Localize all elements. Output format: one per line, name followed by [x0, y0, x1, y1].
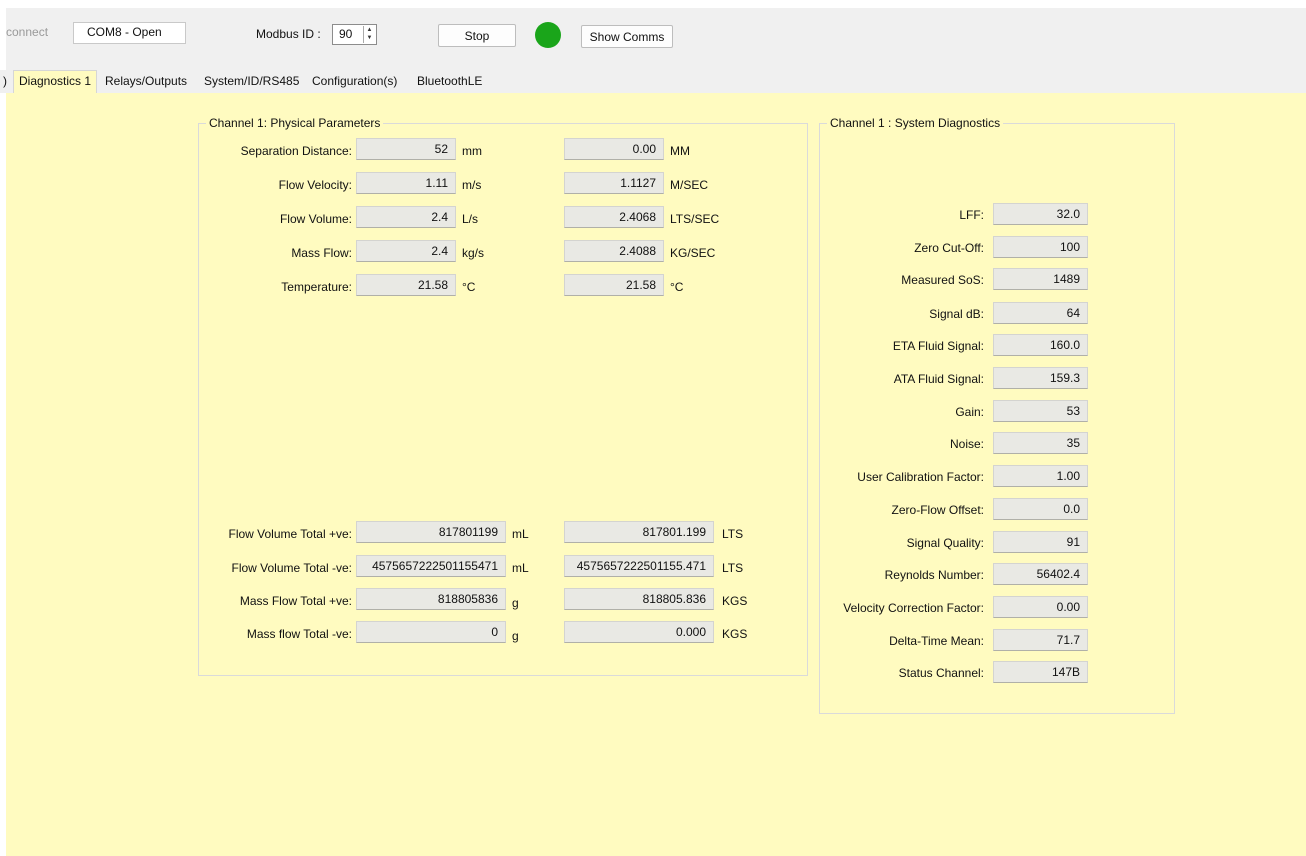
modbus-id-label: Modbus ID : [256, 27, 321, 41]
mass-flow-total-neg-label: Mass flow Total -ve: [246, 627, 352, 641]
reynolds-number-label: Reynolds Number: [884, 568, 984, 582]
flow-volume-value: 2.4 [356, 206, 456, 228]
flow-velocity-label: Flow Velocity: [278, 178, 352, 192]
tab-system-id-rs485[interactable]: System/ID/RS485 [204, 74, 299, 88]
reynolds-number-value: 56402.4 [993, 563, 1088, 585]
temperature-value: 21.58 [356, 274, 456, 296]
flow-velocity-unit-2: M/SEC [670, 178, 709, 192]
physical-parameters-group: Channel 1: Physical Parameters Separatio… [198, 116, 808, 676]
show-comms-button[interactable]: Show Comms [581, 25, 673, 48]
flow-volume-label: Flow Volume: [279, 212, 352, 226]
signal-db-label: Signal dB: [929, 307, 984, 321]
mass-flow-total-pos-value: 818805836 [356, 588, 506, 610]
tab-bluetoothle[interactable]: BluetoothLE [417, 74, 482, 88]
separation-distance-value: 52 [356, 138, 456, 160]
mass-flow-unit: kg/s [462, 246, 485, 260]
flow-volume-total-pos-value-2: 817801.199 [564, 521, 714, 543]
mass-flow-label: Mass Flow: [291, 246, 352, 260]
physical-parameters-title: Channel 1: Physical Parameters [206, 116, 384, 130]
tab-previous-fragment[interactable]: ) [3, 74, 7, 88]
status-led-icon [535, 22, 561, 48]
disconnect-button[interactable]: connect [6, 25, 48, 39]
flow-volume-total-pos-unit-2: LTS [722, 527, 744, 541]
signal-db-value: 64 [993, 302, 1088, 324]
mass-flow-total-neg-unit-2: KGS [722, 627, 748, 641]
separation-distance-unit-2: MM [670, 144, 690, 158]
tab-configurations[interactable]: Configuration(s) [312, 74, 397, 88]
zero-cutoff-label: Zero Cut-Off: [914, 241, 984, 255]
system-diagnostics-title: Channel 1 : System Diagnostics [827, 116, 1004, 130]
status-channel-label: Status Channel: [898, 666, 984, 680]
mass-flow-total-pos-unit: g [512, 596, 519, 610]
flow-volume-total-neg-label: Flow Volume Total -ve: [231, 561, 353, 575]
tab-diagnostics-1[interactable]: Diagnostics 1 [13, 70, 98, 94]
signal-quality-value: 91 [993, 531, 1088, 553]
stepper-up-icon[interactable]: ▲ [364, 26, 375, 34]
measured-sos-label: Measured SoS: [901, 273, 984, 287]
flow-velocity-value-2: 1.1127 [564, 172, 664, 194]
flow-volume-total-neg-value: 4575657222501155471 [356, 555, 506, 577]
mass-flow-total-pos-value-2: 818805.836 [564, 588, 714, 610]
modbus-id-stepper[interactable]: 90 ▲ ▼ [332, 24, 377, 45]
mass-flow-value: 2.4 [356, 240, 456, 262]
mass-flow-total-neg-value-2: 0.000 [564, 621, 714, 643]
stepper-buttons[interactable]: ▲ ▼ [363, 26, 375, 43]
flow-volume-total-neg-unit-2: LTS [722, 561, 744, 575]
diagnostics-panel: Channel 1: Physical Parameters Separatio… [6, 93, 1306, 856]
eta-fluid-signal-value: 160.0 [993, 334, 1088, 356]
flow-velocity-value: 1.11 [356, 172, 456, 194]
velocity-correction-factor-label: Velocity Correction Factor: [843, 601, 984, 615]
mass-flow-total-pos-unit-2: KGS [722, 594, 748, 608]
flow-volume-total-pos-value: 817801199 [356, 521, 506, 543]
flow-volume-value-2: 2.4068 [564, 206, 664, 228]
separation-distance-label: Separation Distance: [240, 144, 352, 158]
flow-velocity-unit: m/s [462, 178, 482, 192]
status-channel-value: 147B [993, 661, 1088, 683]
modbus-id-value[interactable]: 90 [339, 27, 352, 41]
flow-volume-unit-2: LTS/SEC [670, 212, 720, 226]
separation-distance-unit: mm [462, 144, 482, 158]
flow-volume-total-pos-label: Flow Volume Total +ve: [228, 527, 352, 541]
velocity-correction-factor-value: 0.00 [993, 596, 1088, 618]
lff-label: LFF: [959, 208, 984, 222]
mass-flow-total-pos-label: Mass Flow Total +ve: [239, 594, 352, 608]
noise-value: 35 [993, 432, 1088, 454]
gain-label: Gain: [955, 405, 984, 419]
mass-flow-unit-2: KG/SEC [670, 246, 716, 260]
lff-value: 32.0 [993, 203, 1088, 225]
delta-time-mean-label: Delta-Time Mean: [889, 634, 984, 648]
mass-flow-total-neg-value: 0 [356, 621, 506, 643]
toolbar: connect COM8 - Open Modbus ID : 90 ▲ ▼ S… [6, 8, 1306, 70]
port-status-field: COM8 - Open [73, 22, 186, 44]
zero-flow-offset-value: 0.0 [993, 498, 1088, 520]
ata-fluid-signal-label: ATA Fluid Signal: [893, 372, 984, 386]
signal-quality-label: Signal Quality: [906, 536, 984, 550]
gain-value: 53 [993, 400, 1088, 422]
eta-fluid-signal-label: ETA Fluid Signal: [892, 339, 984, 353]
separation-distance-value-2: 0.00 [564, 138, 664, 160]
zero-cutoff-value: 100 [993, 236, 1088, 258]
mass-flow-value-2: 2.4088 [564, 240, 664, 262]
measured-sos-value: 1489 [993, 268, 1088, 290]
flow-volume-total-neg-value-2: 4575657222501155.471 [564, 555, 714, 577]
temperature-value-2: 21.58 [564, 274, 664, 296]
ata-fluid-signal-value: 159.3 [993, 367, 1088, 389]
tab-relays-outputs[interactable]: Relays/Outputs [105, 74, 187, 88]
zero-flow-offset-label: Zero-Flow Offset: [891, 503, 984, 517]
mass-flow-total-neg-unit: g [512, 629, 519, 643]
temperature-label: Temperature: [281, 280, 352, 294]
temperature-unit: °C [462, 280, 476, 294]
user-calibration-factor-value: 1.00 [993, 465, 1088, 487]
flow-volume-total-neg-unit: mL [512, 561, 529, 575]
flow-volume-unit: L/s [462, 212, 479, 226]
flow-volume-total-pos-unit: mL [512, 527, 529, 541]
noise-label: Noise: [949, 437, 984, 451]
stepper-down-icon[interactable]: ▼ [364, 34, 375, 42]
temperature-unit-2: °C [670, 280, 684, 294]
tab-bar: ) Diagnostics 1 Relays/Outputs System/ID… [0, 70, 1306, 94]
system-diagnostics-group: Channel 1 : System Diagnostics LFF: 32.0… [819, 116, 1175, 714]
stop-button[interactable]: Stop [438, 24, 516, 47]
user-calibration-factor-label: User Calibration Factor: [857, 470, 984, 484]
delta-time-mean-value: 71.7 [993, 629, 1088, 651]
